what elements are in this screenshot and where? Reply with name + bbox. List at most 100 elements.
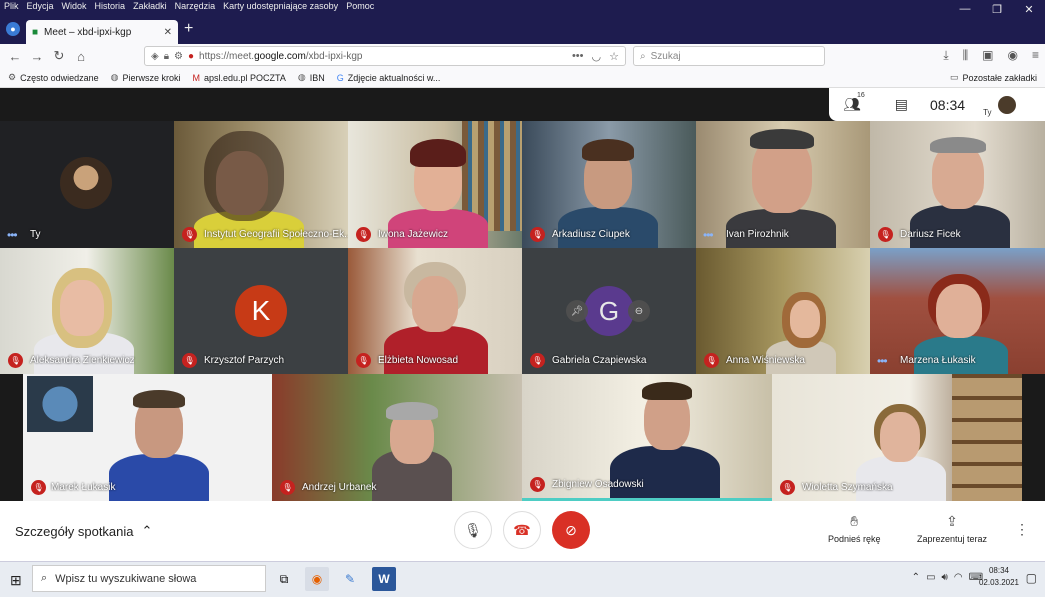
new-tab-icon[interactable]: + xyxy=(184,20,193,38)
menu-tools[interactable]: Narzędzia xyxy=(175,0,216,14)
remove-icon[interactable]: ⊖ xyxy=(628,300,650,322)
present-now-button[interactable]: ⇪ Zaprezentuj teraz xyxy=(917,513,987,544)
minimize-icon[interactable]: — xyxy=(949,0,981,18)
hang-up-button[interactable]: ☎ xyxy=(503,511,541,549)
video-poster xyxy=(27,376,93,432)
container-icon[interactable]: ● xyxy=(6,22,20,36)
bookmark-item[interactable]: G Zdjęcie aktualności w... xyxy=(337,73,441,83)
url-bar[interactable]: ◈ 🔒︎ ⚙ ● https://meet.google.com/xbd-ipx… xyxy=(144,46,626,66)
browser-tab[interactable]: ■ Meet – xbd-ipxi-kgp ✕ xyxy=(26,20,178,44)
other-bookmarks[interactable]: ▭ Pozostałe zakładki xyxy=(950,72,1037,83)
participant-tile[interactable]: 🎙︎ Instytut Geografii Społeczno-Ek... xyxy=(174,121,348,248)
menu-edit[interactable]: Edycja xyxy=(27,0,54,14)
participant-tile[interactable]: ••• Ty xyxy=(0,121,174,248)
participant-name: Aleksandra Zienkiewicz xyxy=(30,355,135,366)
raise-hand-label: Podnieś rękę xyxy=(828,534,881,544)
self-avatar[interactable] xyxy=(997,95,1016,114)
microphone-button[interactable]: 🎙︎ xyxy=(454,511,492,549)
menu-containers[interactable]: Karty udostępniające zasoby xyxy=(223,0,338,14)
tab-close-icon[interactable]: ✕ xyxy=(164,27,172,38)
toolbar-actions: ⤓ ⫼ ▣ ◉ ≡ xyxy=(943,48,1039,63)
page-actions-icon[interactable]: ••• xyxy=(572,50,584,63)
participant-tile[interactable]: 🎙︎ Zbigniew Osadowski xyxy=(522,374,772,501)
bookmarks-bar: ⚙ Często odwiedzane ◍ Pierwsze kroki Mapsl… xyxy=(0,68,1045,88)
menu-file[interactable]: Plik xyxy=(4,0,19,14)
home-icon[interactable]: ⌂ xyxy=(70,49,92,64)
url-actions: ••• ◡ ☆ xyxy=(572,50,619,63)
account-icon[interactable]: ◉ xyxy=(1008,48,1018,63)
mic-off-icon: 🎙︎ xyxy=(780,480,795,495)
mic-off-icon: 🎙︎ xyxy=(704,353,719,368)
bookmark-item[interactable]: ◍ IBN xyxy=(298,72,325,83)
back-icon[interactable]: ← xyxy=(4,49,26,64)
menu-bookmarks[interactable]: Zakładki xyxy=(133,0,167,14)
raise-hand-button[interactable]: ✋︎ Podnieś rękę xyxy=(828,513,881,544)
word-icon[interactable]: W xyxy=(372,567,396,591)
participant-tile[interactable]: 🎙︎ Elżbieta Nowosad xyxy=(348,248,522,374)
permissions-icon[interactable]: ⚙ xyxy=(174,51,183,62)
network-icon[interactable]: ▭ xyxy=(926,572,935,583)
participant-tile[interactable]: 🎙︎ Dariusz Ficek xyxy=(870,121,1045,248)
close-icon[interactable]: ✕ xyxy=(1013,0,1045,18)
pin-icon[interactable]: 📌︎ xyxy=(566,300,588,322)
reload-icon[interactable]: ↻ xyxy=(48,48,70,64)
taskbar-clock[interactable]: 08:34 02.03.2021 xyxy=(979,565,1019,589)
firefox-icon[interactable]: ◉ xyxy=(305,567,329,591)
bookmark-item[interactable]: Mapsl.edu.pl POCZTA xyxy=(193,73,286,83)
speaking-indicator-icon: ••• xyxy=(7,228,18,242)
chevron-up-icon[interactable]: ⌃ xyxy=(912,572,920,583)
camera-button[interactable]: ⊘ xyxy=(552,511,590,549)
video-hair xyxy=(750,129,814,149)
menu-help[interactable]: Pomoc xyxy=(346,0,374,14)
meet-controls-bar: Szczegóły spotkania ⌃ 🎙︎ ☎ ⊘ ✋︎ Podnieś … xyxy=(0,501,1045,561)
chat-icon[interactable]: ▤ xyxy=(895,96,908,113)
participant-name: Zbigniew Osadowski xyxy=(552,479,644,490)
participant-tile[interactable]: 🎙︎ Wioletta Szymańska xyxy=(772,374,1022,501)
participant-tile[interactable]: G 📌︎ ⊖ 🎙︎ Gabriela Czapiewska xyxy=(522,248,696,374)
participant-tile[interactable]: 🎙︎ Marek Łukasik xyxy=(23,374,272,501)
pocket-icon[interactable]: ◡ xyxy=(592,50,602,63)
search-input[interactable]: ⌕ Szukaj xyxy=(633,46,825,66)
volume-icon[interactable]: 🔊︎ xyxy=(942,572,948,583)
video-hair xyxy=(582,139,634,161)
menu-history[interactable]: Historia xyxy=(95,0,126,14)
bookmark-item[interactable]: ◍ Pierwsze kroki xyxy=(111,72,181,83)
menu-view[interactable]: Widok xyxy=(62,0,87,14)
participant-name: Anna Wiśniewska xyxy=(726,355,805,366)
sidebar-icon[interactable]: ▣ xyxy=(982,48,993,63)
more-options-icon[interactable]: ⋮ xyxy=(1015,521,1029,538)
windows-start-icon[interactable]: ⊞ xyxy=(10,572,22,589)
participant-tile[interactable]: 🎙︎ Aleksandra Zienkiewicz xyxy=(0,248,174,374)
self-thumbnail xyxy=(60,157,112,209)
taskbar-search-input[interactable]: ⌕ Wpisz tu wyszukiwane słowa xyxy=(32,565,266,592)
participant-tile[interactable]: 🎙︎ Arkadiusz Ciupek xyxy=(522,121,696,248)
present-now-label: Zaprezentuj teraz xyxy=(917,534,988,544)
meeting-details-button[interactable]: Szczegóły spotkania ⌃ xyxy=(15,523,152,539)
system-tray: ⌃ ▭ 🔊︎ ◠ ⌨ xyxy=(912,572,983,583)
phone-hangup-icon: ☎ xyxy=(513,521,531,538)
participant-tile[interactable]: ••• Marzena Łukasik xyxy=(870,248,1045,374)
participant-tile[interactable]: 🎙︎ Anna Wiśniewska xyxy=(696,248,870,374)
mic-permission-icon[interactable]: ● xyxy=(188,51,194,62)
menu-icon[interactable]: ≡ xyxy=(1032,48,1039,63)
bookmark-star-icon[interactable]: ☆ xyxy=(609,50,619,63)
participant-tile[interactable]: ••• Ivan Pirozhnik xyxy=(696,121,870,248)
mic-off-icon: 🎙︎ xyxy=(356,227,371,242)
wifi-icon[interactable]: ◠ xyxy=(954,572,963,583)
participant-tile[interactable]: 🎙︎ Iwona Jażewicz xyxy=(348,121,522,248)
download-icon[interactable]: ⤓ xyxy=(943,48,948,63)
restore-icon[interactable]: ❐ xyxy=(981,0,1013,18)
people-button[interactable]: 👥︎ 16 xyxy=(843,92,865,113)
participant-tile[interactable]: K 🎙︎ Krzysztof Parzych xyxy=(174,248,348,374)
paint-icon[interactable]: ✎ xyxy=(338,567,362,591)
participant-avatar: K xyxy=(235,285,287,337)
shield-icon[interactable]: ◈ xyxy=(151,51,159,62)
forward-icon[interactable]: → xyxy=(26,49,48,64)
notifications-icon[interactable]: ▢ xyxy=(1026,571,1037,585)
task-view-icon[interactable]: ⧉ xyxy=(272,567,296,591)
lock-icon[interactable]: 🔒︎ xyxy=(164,51,169,62)
bookmark-item[interactable]: ⚙ Często odwiedzane xyxy=(8,72,99,83)
library-icon[interactable]: ⫼ xyxy=(963,48,969,63)
participant-tile[interactable]: 🎙︎ Andrzej Urbanek xyxy=(272,374,522,501)
mic-off-icon: 🎙︎ xyxy=(31,480,46,495)
